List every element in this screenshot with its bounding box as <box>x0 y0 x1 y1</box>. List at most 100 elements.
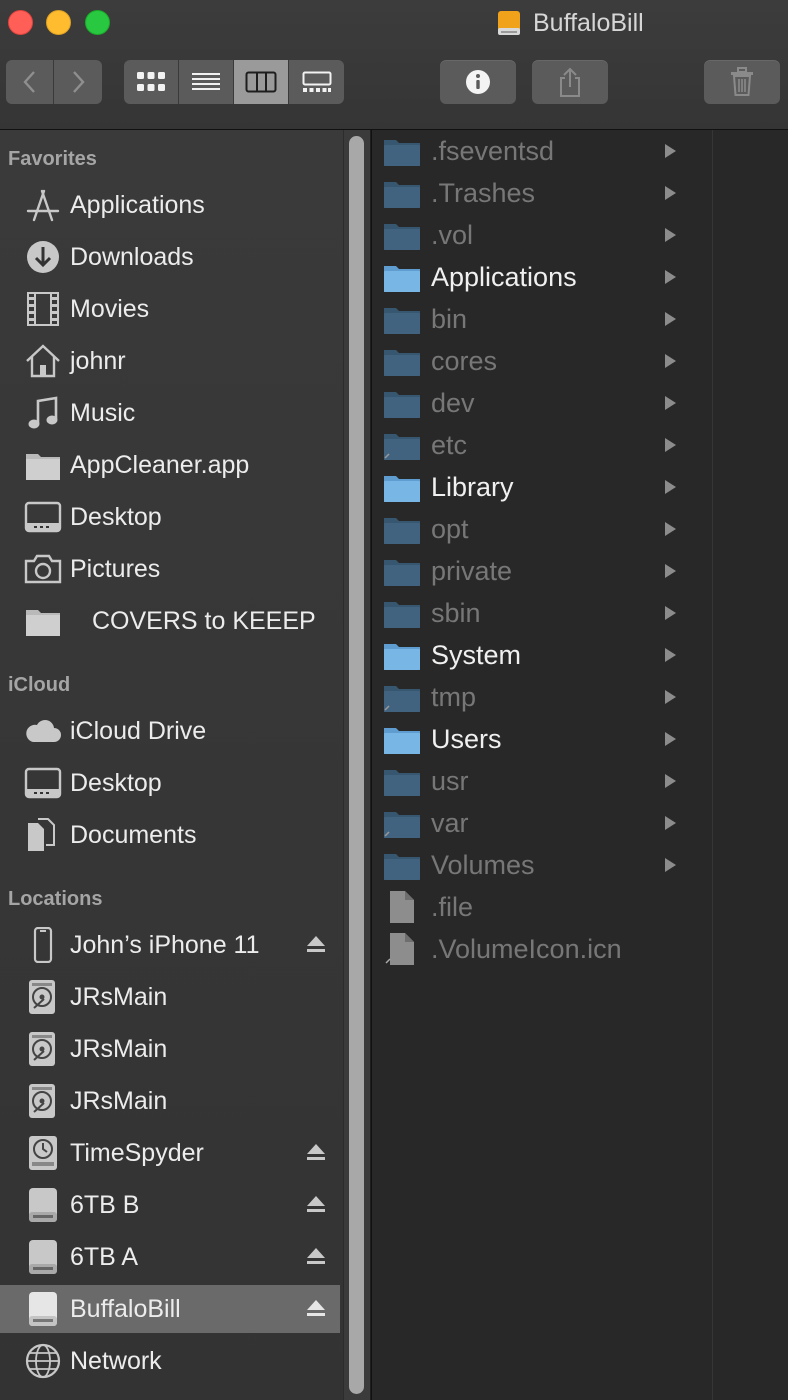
get-info-button[interactable] <box>440 60 516 104</box>
disclosure-arrow-icon <box>664 480 676 494</box>
file-row[interactable]: dev <box>383 384 693 424</box>
sidebar-item-label: johnr <box>70 347 126 375</box>
gallery-view-icon <box>302 71 331 92</box>
sidebar-item-johnr[interactable]: johnr <box>0 337 340 385</box>
sidebar-item-icloud-drive[interactable]: iCloud Drive <box>0 707 340 755</box>
camera-icon <box>24 551 62 587</box>
sidebar-item-label: AppCleaner.app <box>70 451 250 479</box>
file-row[interactable]: etc <box>383 426 693 466</box>
downloads-icon <box>24 239 62 275</box>
file-row[interactable]: cores <box>383 342 693 382</box>
file-row[interactable]: var <box>383 804 693 844</box>
sidebar-item-jrsmain-1[interactable]: JRsMain <box>0 973 340 1021</box>
share-button[interactable] <box>532 60 608 104</box>
eject-icon[interactable] <box>306 934 326 956</box>
eject-icon[interactable] <box>306 1246 326 1268</box>
file-row[interactable]: Library <box>383 468 693 508</box>
time-machine-icon <box>24 1135 62 1171</box>
network-icon <box>24 1343 62 1379</box>
window-title: BuffaloBill <box>495 6 644 40</box>
sidebar-item-appcleaner[interactable]: AppCleaner.app <box>0 441 340 489</box>
file-row[interactable]: .VolumeIcon.icn <box>383 930 693 970</box>
file-row[interactable]: Applications <box>383 258 693 298</box>
documents-icon <box>24 817 62 853</box>
sidebar-item-music[interactable]: Music <box>0 389 340 437</box>
chevron-left-icon <box>22 71 35 93</box>
file-row[interactable]: .fseventsd <box>383 132 693 172</box>
folder-icon <box>383 221 421 251</box>
file-row[interactable]: .file <box>383 888 693 928</box>
eject-icon[interactable] <box>306 1298 326 1320</box>
sidebar-item-label: COVERS to KEEEP <box>92 607 316 635</box>
sidebar-item-label: Music <box>70 399 136 427</box>
sidebar-item-downloads[interactable]: Downloads <box>0 233 340 281</box>
sidebar-item-applications[interactable]: Applications <box>0 181 340 229</box>
list-view-icon <box>192 73 220 90</box>
folder-alias-icon <box>383 431 421 461</box>
file-name: etc <box>431 430 468 460</box>
file-row[interactable]: usr <box>383 762 693 802</box>
desktop-icon <box>24 499 62 535</box>
file-row[interactable]: .vol <box>383 216 693 256</box>
sidebar-item-covers[interactable]: COVERS to KEEEP <box>0 597 340 645</box>
eject-icon[interactable] <box>306 1142 326 1164</box>
file-row[interactable]: Volumes <box>383 846 693 886</box>
sidebar-item-buffalobill[interactable]: BuffaloBill <box>0 1285 340 1333</box>
sidebar-item-jrsmain-3[interactable]: JRsMain <box>0 1077 340 1125</box>
file-row[interactable]: Users <box>383 720 693 760</box>
desktop-icon <box>24 765 62 801</box>
file-name: private <box>431 556 513 586</box>
icon-view-icon <box>137 72 165 91</box>
share-icon <box>560 67 580 97</box>
column-view-button[interactable] <box>234 60 289 104</box>
sidebar-item-desktop[interactable]: Desktop <box>0 493 340 541</box>
column-divider[interactable] <box>712 130 713 1400</box>
sidebar-item-iphone[interactable]: John’s iPhone 11 <box>0 921 340 969</box>
zoom-window-button[interactable] <box>85 10 110 35</box>
sidebar-item-pictures[interactable]: Pictures <box>0 545 340 593</box>
folder-icon <box>383 137 421 167</box>
sidebar-item-label: iCloud Drive <box>70 717 207 745</box>
folder-alias-icon <box>383 683 421 713</box>
disclosure-arrow-icon <box>664 228 676 242</box>
file-row[interactable]: System <box>383 636 693 676</box>
sidebar-item-movies[interactable]: Movies <box>0 285 340 333</box>
folder-icon <box>383 725 421 755</box>
disclosure-arrow-icon <box>664 606 676 620</box>
sidebar-item-label: JRsMain <box>70 1087 168 1115</box>
sidebar-scrollbar[interactable] <box>343 130 370 1400</box>
sidebar-item-6tb-b[interactable]: 6TB B <box>0 1181 340 1229</box>
file-row[interactable]: opt <box>383 510 693 550</box>
eject-icon[interactable] <box>306 1194 326 1216</box>
delete-button[interactable] <box>704 60 780 104</box>
disclosure-arrow-icon <box>664 564 676 578</box>
sidebar-scrollbar-thumb[interactable] <box>349 136 364 1394</box>
sidebar-item-timespyder[interactable]: TimeSpyder <box>0 1129 340 1177</box>
file-name: Users <box>431 724 502 754</box>
folder-icon <box>383 641 421 671</box>
disclosure-arrow-icon <box>664 522 676 536</box>
sidebar-item-jrsmain-2[interactable]: JRsMain <box>0 1025 340 1073</box>
forward-button[interactable] <box>54 60 102 104</box>
sidebar-item-label: TimeSpyder <box>70 1139 204 1167</box>
sidebar-item-documents[interactable]: Documents <box>0 811 340 859</box>
gallery-view-button[interactable] <box>289 60 344 104</box>
sidebar-item-icloud-desktop[interactable]: Desktop <box>0 759 340 807</box>
file-row[interactable]: sbin <box>383 594 693 634</box>
disclosure-arrow-icon <box>664 816 676 830</box>
sidebar-item-network[interactable]: Network <box>0 1337 340 1385</box>
disclosure-arrow-icon <box>664 144 676 158</box>
file-row[interactable]: private <box>383 552 693 592</box>
external-drive-icon <box>495 9 523 37</box>
minimize-window-button[interactable] <box>46 10 71 35</box>
disclosure-arrow-icon <box>664 270 676 284</box>
file-row[interactable]: tmp <box>383 678 693 718</box>
list-view-button[interactable] <box>179 60 234 104</box>
icon-view-button[interactable] <box>124 60 179 104</box>
back-button[interactable] <box>6 60 54 104</box>
sidebar-item-6tb-a[interactable]: 6TB A <box>0 1233 340 1281</box>
cloud-icon <box>24 713 62 749</box>
file-row[interactable]: bin <box>383 300 693 340</box>
close-window-button[interactable] <box>8 10 33 35</box>
file-row[interactable]: .Trashes <box>383 174 693 214</box>
